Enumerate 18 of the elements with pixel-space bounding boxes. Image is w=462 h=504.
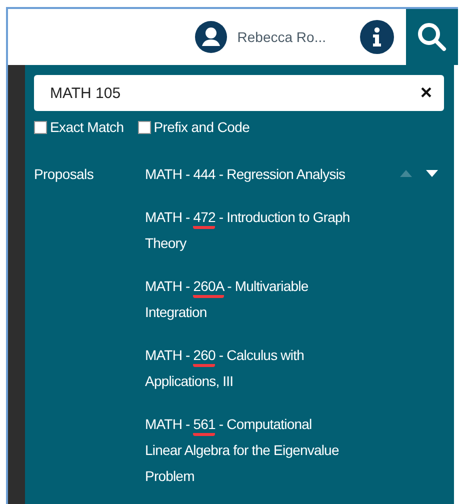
clear-button[interactable]: ×	[420, 82, 432, 104]
checkbox[interactable]	[138, 120, 151, 134]
search-icon	[416, 21, 448, 53]
proposal-item[interactable]: MATH - 472 - Introduction to Graph Theory	[145, 204, 351, 256]
proposal-item[interactable]: MATH - 260A - Multivariable Integration	[145, 273, 351, 325]
search-tab[interactable]	[406, 9, 458, 65]
info-icon[interactable]	[360, 20, 394, 54]
user-avatar-icon	[195, 21, 228, 53]
proposal-item[interactable]: MATH - 561 - Computational Linear Algebra for the Eigenvalue Problem	[145, 411, 351, 489]
proposal-item[interactable]: MATH - 260 - Calculus with Applications, III	[145, 342, 351, 394]
search-field[interactable]: MATH 105 ×	[34, 75, 444, 111]
proposals-label: Proposals	[34, 165, 95, 184]
move-down-icon[interactable]	[426, 170, 438, 177]
checkbox-label: Prefix and Code	[154, 119, 250, 135]
checkbox-label: Exact Match	[50, 119, 124, 135]
user-name[interactable]: Rebecca Ro...	[237, 29, 326, 45]
proposal-item[interactable]: MATH - 444 - Regression Analysis	[145, 161, 351, 187]
checkbox[interactable]	[34, 120, 47, 134]
